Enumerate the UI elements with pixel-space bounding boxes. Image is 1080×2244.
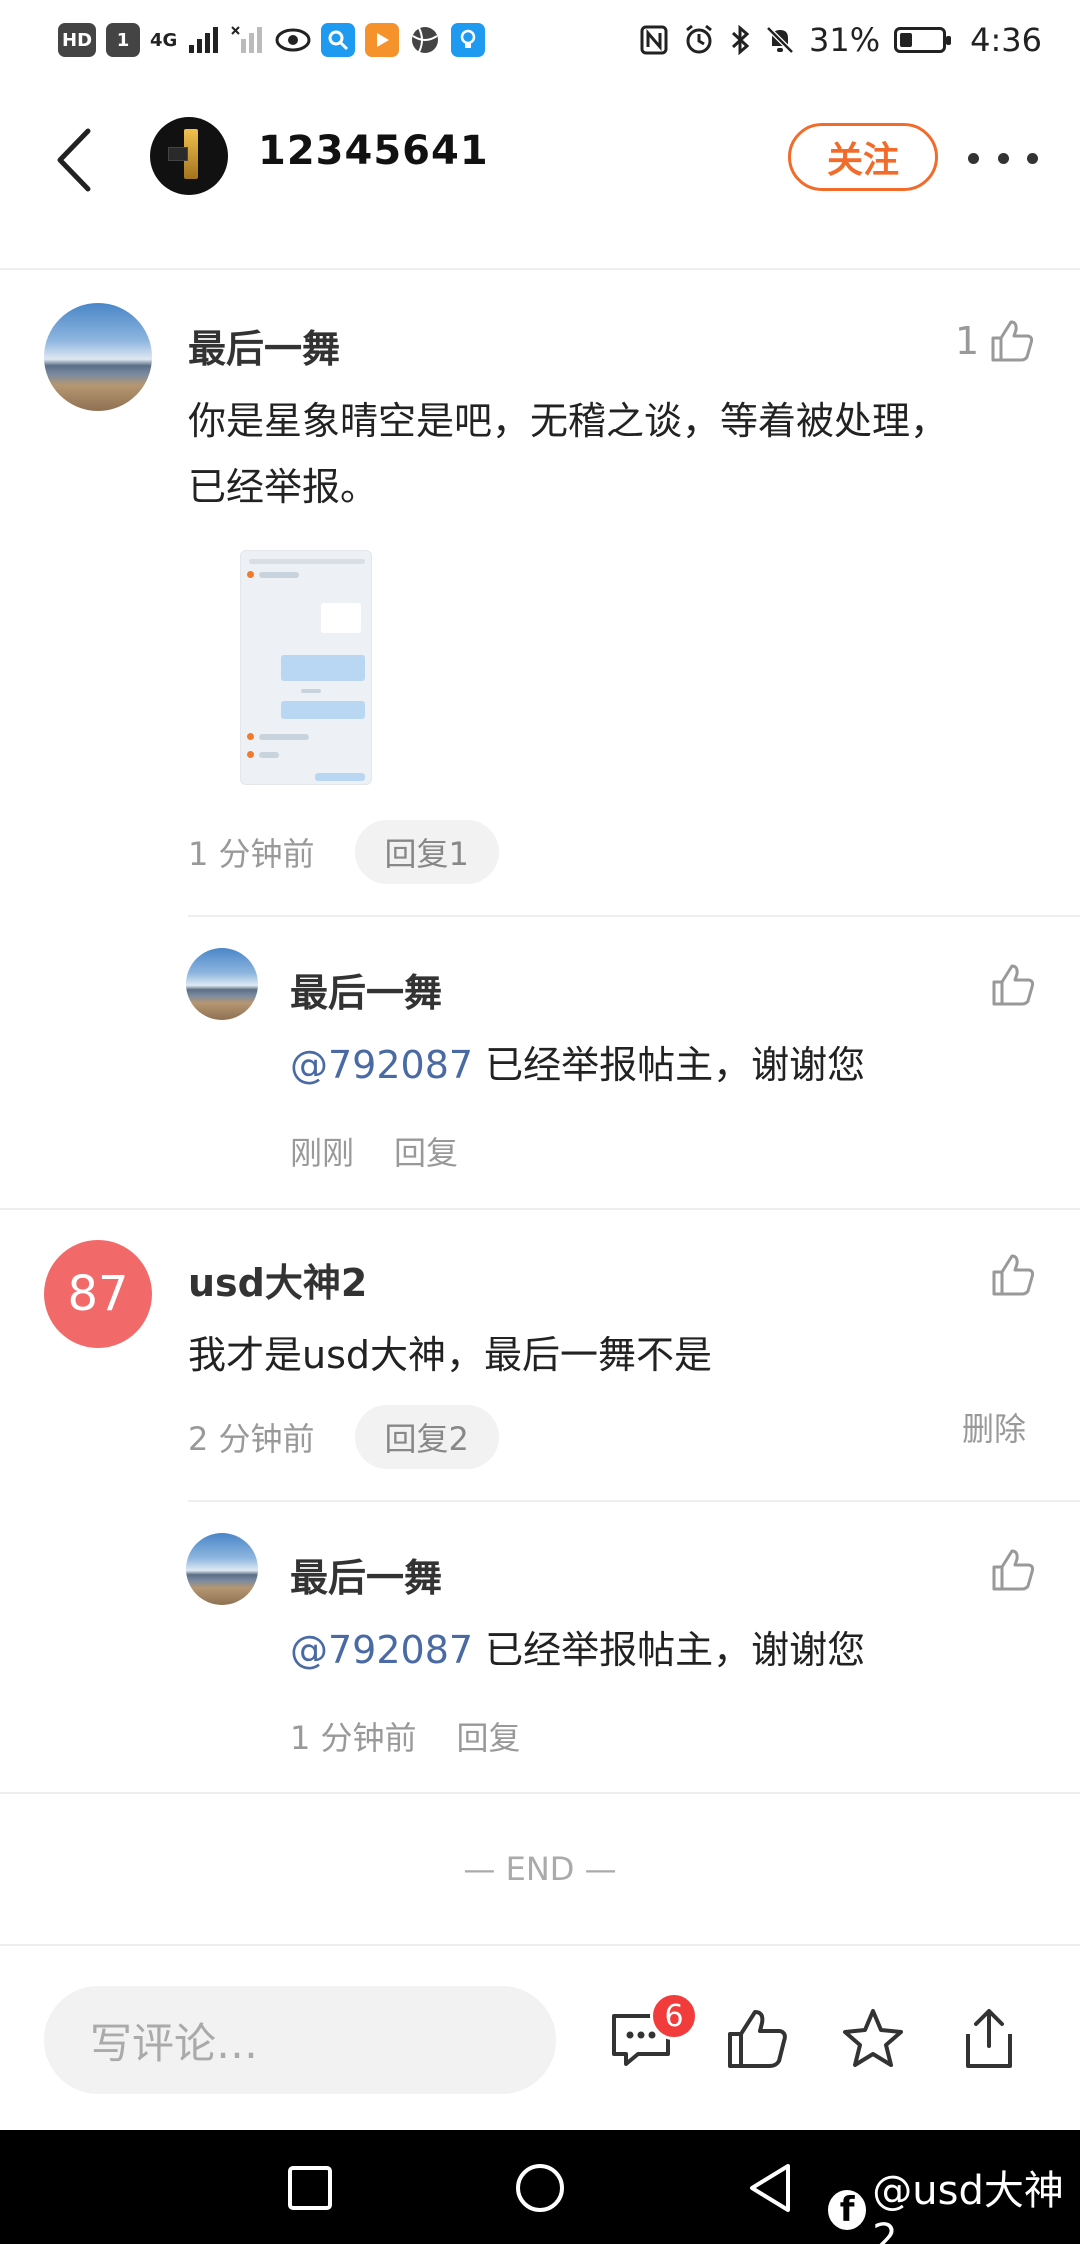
like-button[interactable]: 1 [955, 318, 1035, 364]
sim-badge: 1 [106, 23, 141, 57]
mention-link[interactable]: @792087 [290, 1043, 473, 1087]
status-left-icons: HD 1 4G [58, 20, 486, 60]
comment-count-badge: 6 [650, 1992, 698, 2040]
more-options-button[interactable] [968, 140, 1038, 176]
dot-icon [968, 152, 979, 164]
square-icon [288, 2166, 332, 2210]
view-replies-button[interactable]: 回复1 [354, 820, 499, 884]
like-button[interactable] [990, 1252, 1036, 1298]
circle-icon [516, 2164, 564, 2212]
reply-body: 已经举报帖主，谢谢您 [473, 1043, 866, 1087]
comment-input[interactable]: 写评论… [44, 1986, 556, 2094]
battery-percent: 31% [809, 21, 881, 59]
ball-app-icon [412, 27, 439, 53]
comment-time: 2 分钟前 [188, 1420, 315, 1458]
like-post-button[interactable] [724, 2006, 790, 2072]
comment-meta: 2 分钟前 回复2 [188, 1405, 499, 1469]
clock: 4:36 [970, 21, 1042, 59]
eye-icon [275, 28, 311, 52]
author-avatar[interactable] [150, 117, 228, 195]
thumbs-up-icon [992, 964, 1035, 1006]
comment-time: 1 分钟前 [188, 835, 315, 873]
video-app-icon [365, 23, 400, 57]
like-count: 1 [955, 319, 980, 363]
alarm-icon [686, 24, 712, 54]
reply-text: @792087 已经举报帖主，谢谢您 [290, 1617, 865, 1683]
divider [188, 1500, 1080, 1502]
hd-badge: HD [58, 23, 97, 57]
comment-author[interactable]: 最后一舞 [188, 318, 340, 373]
author-name[interactable]: 12345641 [258, 128, 489, 174]
reply-avatar[interactable] [186, 948, 258, 1020]
reply-button[interactable]: 回复 [394, 1128, 458, 1174]
reply-text: @792087 已经举报帖主，谢谢您 [290, 1032, 865, 1098]
back-button[interactable] [44, 120, 104, 200]
commenter-avatar[interactable] [44, 303, 152, 411]
reply-meta: 刚刚 回复 [290, 1128, 458, 1174]
top-header: 12345641 关注 [0, 80, 1080, 270]
triangle-back-icon [750, 2164, 790, 2212]
end-marker: — END — [463, 1850, 617, 1888]
like-button[interactable] [990, 962, 1036, 1008]
comment-text: 你是星象晴空是吧，无稽之谈，等着被处理， 已经举报。 [188, 388, 948, 520]
signal-icon [189, 27, 219, 53]
network-type-label: 4G [150, 29, 178, 51]
nfc-icon [640, 25, 668, 55]
facebook-icon: f [828, 2190, 867, 2230]
share-icon [966, 2009, 1012, 2068]
watermark-text: @usd大神2 [872, 2168, 1064, 2244]
recents-button[interactable] [282, 2160, 338, 2216]
dot-icon [1027, 152, 1038, 164]
reply-meta: 1 分钟前 回复 [290, 1713, 521, 1759]
comment-text-line: 已经举报。 [188, 465, 379, 509]
comment-text: 我才是usd大神，最后一舞不是 [188, 1333, 713, 1377]
bluetooth-icon [731, 24, 750, 56]
status-right-icons: 31% 4:36 [639, 18, 1042, 62]
divider [0, 1208, 1080, 1210]
view-replies-button[interactable]: 回复2 [354, 1405, 499, 1469]
comment-meta: 1 分钟前 回复1 [188, 820, 499, 884]
reply-author[interactable]: 最后一舞 [290, 1547, 442, 1602]
reply-time: 1 分钟前 [290, 1719, 417, 1757]
chevron-left-icon [57, 128, 91, 192]
delete-button[interactable]: 删除 [962, 1404, 1026, 1450]
status-bar: HD 1 4G 31% 4:36 [0, 0, 1080, 80]
thumbs-up-icon [992, 1254, 1035, 1296]
comment-text-line: 你是星象晴空是吧，无稽之谈，等着被处理， [188, 399, 949, 443]
dot-icon [997, 152, 1009, 164]
like-button[interactable] [990, 1547, 1036, 1593]
divider [0, 1792, 1080, 1794]
reply-avatar[interactable] [186, 1533, 258, 1605]
home-button[interactable] [512, 2160, 568, 2216]
bottom-action-bar: 写评论… 6 [0, 1944, 1080, 2130]
bulb-app-icon [451, 23, 486, 57]
battery-icon [894, 27, 952, 53]
follow-button[interactable]: 关注 [788, 123, 938, 191]
thumbs-up-icon [991, 320, 1034, 362]
star-icon [843, 2009, 903, 2067]
mention-link[interactable]: @792087 [290, 1628, 473, 1672]
system-nav-bar: f @usd大神2 [0, 2130, 1080, 2244]
divider [188, 915, 1080, 917]
reply-button[interactable]: 回复 [457, 1713, 521, 1759]
comment-author[interactable]: usd大神2 [188, 1252, 367, 1307]
reply-time: 刚刚 [290, 1134, 355, 1172]
share-button[interactable] [956, 2006, 1022, 2072]
back-nav-button[interactable] [742, 2160, 798, 2216]
reply-body: 已经举报帖主，谢谢您 [473, 1628, 866, 1672]
thumbs-up-icon [728, 2010, 787, 2068]
mute-bell-icon [766, 26, 794, 54]
search-app-icon [321, 23, 356, 57]
reply-author[interactable]: 最后一舞 [290, 962, 442, 1017]
signal-off-icon [231, 26, 263, 53]
commenter-avatar[interactable]: 87 [44, 1240, 152, 1348]
watermark: f @usd大神2 [828, 2158, 1080, 2244]
thumbs-up-icon [992, 1549, 1035, 1591]
comment-image-thumbnail[interactable] [240, 550, 372, 785]
favorite-button[interactable] [840, 2006, 906, 2072]
